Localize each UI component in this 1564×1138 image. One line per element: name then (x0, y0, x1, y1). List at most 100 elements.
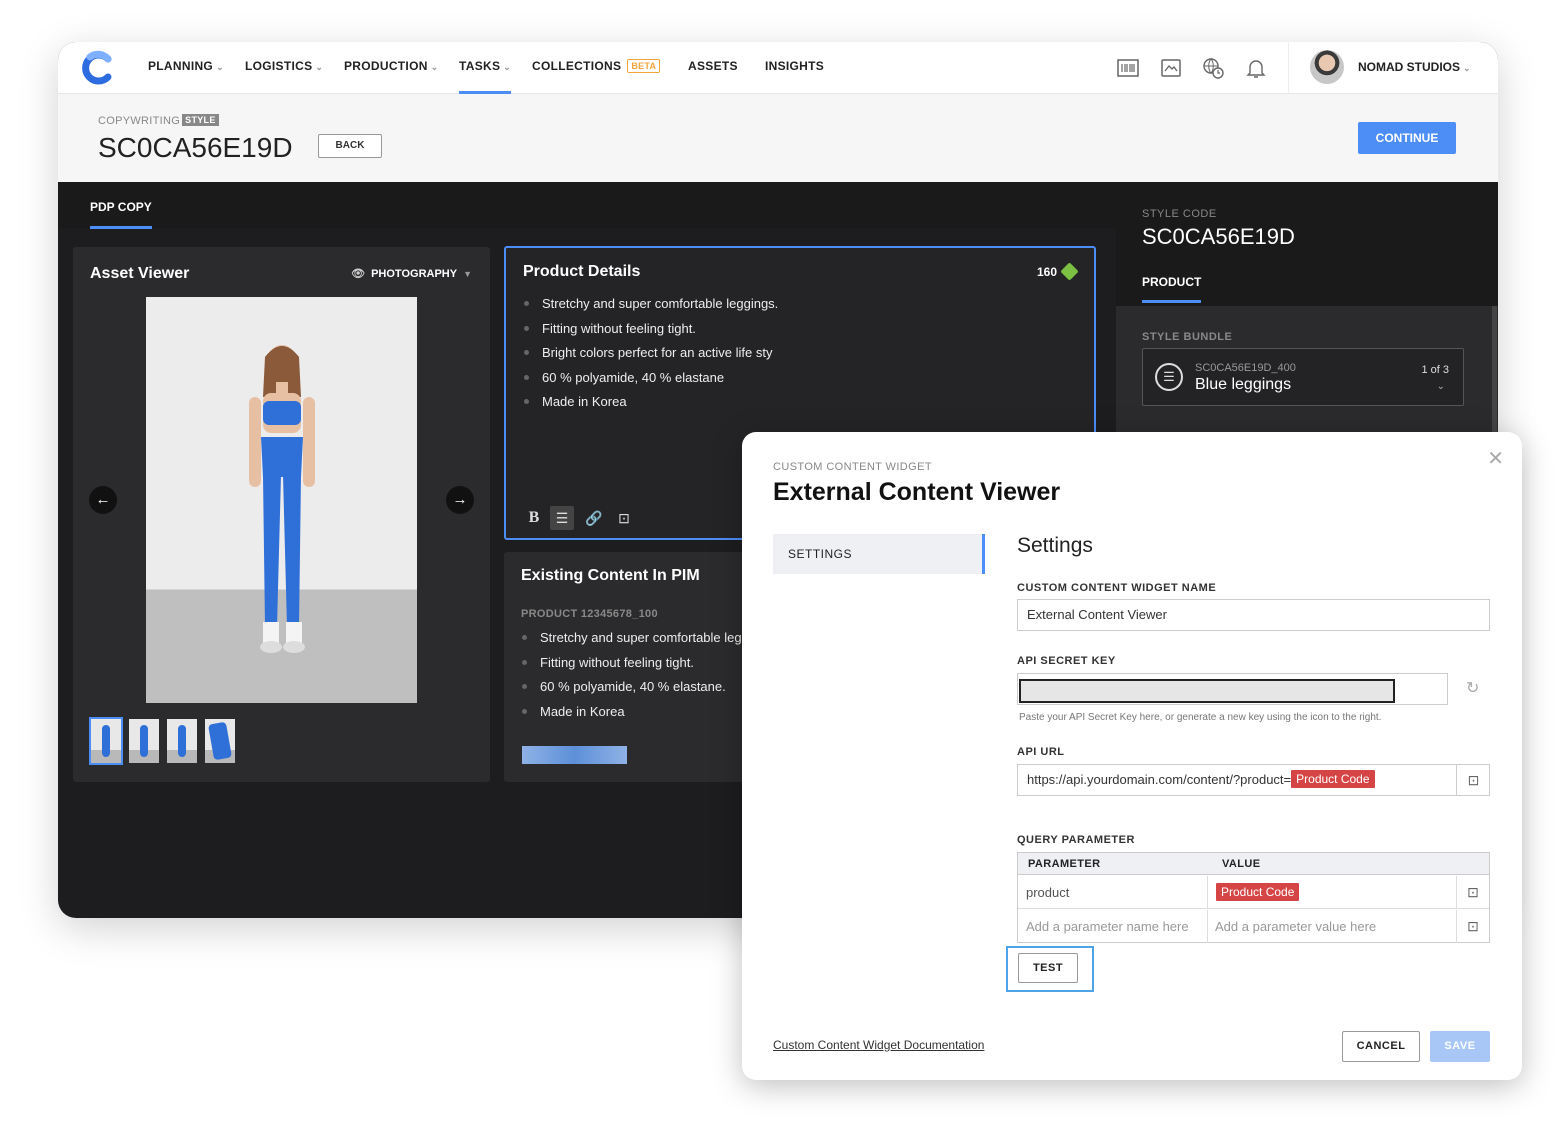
nav-tasks[interactable]: TASKS ⌄ (459, 42, 512, 94)
regenerate-key-icon[interactable]: ↻ (1466, 678, 1479, 698)
modal-overline: CUSTOM CONTENT WIDGET (773, 461, 932, 473)
tab-bar: PDP COPY (58, 182, 1116, 229)
back-button[interactable]: BACK (318, 134, 382, 158)
details-bullet-list[interactable]: Stretchy and super comfortable leggings.… (524, 292, 778, 415)
api-url-input[interactable]: https://api.yourdomain.com/content/?prod… (1017, 764, 1490, 796)
thumbnail[interactable] (129, 719, 159, 763)
widget-name-input[interactable]: External Content Viewer (1017, 599, 1490, 631)
nav-collections[interactable]: COLLECTIONS BETA (532, 42, 661, 94)
insert-field-icon[interactable]: ⊡ (612, 506, 636, 530)
save-button[interactable]: SAVE (1430, 1031, 1490, 1062)
pim-content-panel: Existing Content In PIM PRODUCT 12345678… (504, 552, 764, 782)
link-icon[interactable]: 🔗 (582, 506, 606, 530)
product-details-title: Product Details (523, 263, 641, 280)
company-logo[interactable] (78, 49, 116, 87)
beta-badge: BETA (627, 59, 661, 73)
bold-button[interactable]: B (522, 506, 546, 530)
bundle-code: SC0CA56E19D_400 (1195, 362, 1296, 374)
list-item: Stretchy and super comfortable leg (522, 626, 762, 651)
avatar[interactable] (1310, 50, 1344, 84)
style-code-label: STYLE CODE (1142, 208, 1217, 220)
nav-logistics[interactable]: LOGISTICS ⌄ (245, 42, 323, 94)
barcode-icon[interactable] (1116, 56, 1140, 80)
column-value: VALUE (1222, 858, 1261, 870)
image-frame-icon[interactable] (1159, 56, 1183, 80)
query-parameter-table: PARAMETER VALUE product Product Code ⊡ A… (1017, 852, 1490, 943)
modal-title: External Content Viewer (773, 478, 1061, 506)
nav-assets[interactable]: ASSETS (688, 42, 738, 94)
parameter-name-input[interactable]: product (1026, 876, 1069, 909)
custom-widget-modal: ✕ CUSTOM CONTENT WIDGET External Content… (742, 432, 1522, 1080)
tab-pdp-copy[interactable]: PDP COPY (90, 200, 152, 229)
settings-heading: Settings (1017, 534, 1093, 557)
parameter-name-placeholder[interactable]: Add a parameter name here (1026, 910, 1189, 943)
chevron-down-icon: ⌄ (1463, 63, 1471, 73)
api-secret-help: Paste your API Secret Key here, or gener… (1019, 712, 1382, 723)
globe-clock-icon[interactable] (1201, 56, 1225, 80)
nav-production[interactable]: PRODUCTION ⌄ (344, 42, 439, 94)
pim-bullet-list: Stretchy and super comfortable leg Fitti… (522, 626, 762, 724)
continue-button[interactable]: CONTINUE (1358, 122, 1456, 154)
test-button[interactable]: TEST (1018, 953, 1078, 983)
chevron-down-icon: ⌄ (216, 62, 224, 72)
insert-field-icon[interactable]: ⊡ (1456, 876, 1490, 909)
insert-field-icon[interactable]: ⊡ (1456, 765, 1490, 795)
chevron-down-icon: ⌄ (315, 62, 324, 72)
column-parameter: PARAMETER (1028, 858, 1101, 870)
table-header: PARAMETER VALUE (1018, 853, 1489, 875)
api-secret-label: API SECRET KEY (1017, 655, 1116, 667)
check-badge-icon (1060, 262, 1079, 281)
bundle-count: 1 of 3 (1421, 364, 1449, 376)
api-url-label: API URL (1017, 746, 1065, 758)
parameter-value-input[interactable]: Product Code (1216, 876, 1300, 909)
page-title: SC0CA56E19D (98, 132, 293, 163)
test-highlight: TEST (1006, 946, 1094, 992)
thumbnail[interactable] (205, 719, 235, 763)
eye-icon: 👁 (351, 268, 366, 280)
list-item: 60 % polyamide, 40 % elastane. (522, 675, 762, 700)
list-icon: ☰ (1155, 363, 1183, 391)
caret-down-icon: ▼ (463, 269, 472, 279)
chevron-down-icon: ⌄ (1436, 381, 1445, 392)
thumbnail[interactable] (167, 719, 197, 763)
thumbnail[interactable] (89, 717, 123, 765)
api-secret-input[interactable] (1019, 679, 1395, 703)
asset-viewer-panel: Asset Viewer 👁 PHOTOGRAPHY ▼ ← → (73, 247, 490, 782)
cancel-button[interactable]: CANCEL (1342, 1031, 1420, 1062)
account-menu[interactable]: NOMAD STUDIOS ⌄ (1358, 42, 1471, 93)
character-count: 160 (1037, 262, 1079, 281)
close-icon[interactable]: ✕ (1487, 446, 1504, 471)
widget-name-label: CUSTOM CONTENT WIDGET NAME (1017, 582, 1217, 594)
list-item: Fitting without feeling tight. (522, 651, 762, 676)
style-bundle-select[interactable]: ☰ SC0CA56E19D_400 Blue leggings 1 of 3 ⌄ (1142, 348, 1464, 406)
copy-from-pim-button[interactable] (522, 746, 627, 764)
breadcrumb: COPYWRITING STYLE (98, 114, 219, 127)
bell-icon[interactable] (1244, 56, 1268, 80)
product-code-token[interactable]: Product Code (1291, 770, 1375, 788)
chevron-down-icon: ⌄ (430, 62, 439, 72)
documentation-link[interactable]: Custom Content Widget Documentation (773, 1038, 984, 1052)
modal-nav-settings[interactable]: SETTINGS (773, 534, 985, 574)
product-code-token[interactable]: Product Code (1216, 883, 1300, 901)
page-header: COPYWRITING STYLE SC0CA56E19D BACK CONTIN… (58, 94, 1498, 182)
parameter-value-placeholder[interactable]: Add a parameter value here (1215, 910, 1376, 943)
model-figure (248, 345, 315, 653)
previous-image-button[interactable]: ← (89, 486, 117, 514)
pim-product-code: PRODUCT 12345678_100 (521, 608, 658, 620)
list-item: Bright colors perfect for an active life… (524, 341, 778, 366)
nav-divider (1288, 42, 1289, 94)
query-parameter-label: QUERY PARAMETER (1017, 834, 1135, 846)
tab-product[interactable]: PRODUCT (1142, 275, 1202, 303)
photography-filter[interactable]: 👁 PHOTOGRAPHY ▼ (351, 267, 472, 280)
nav-insights[interactable]: INSIGHTS (765, 42, 824, 94)
next-image-button[interactable]: → (446, 486, 474, 514)
style-code: SC0CA56E19D (1142, 224, 1295, 249)
nav-planning[interactable]: PLANNING ⌄ (148, 42, 224, 94)
table-row: Add a parameter name here Add a paramete… (1018, 910, 1489, 943)
list-item: Made in Korea (522, 700, 762, 725)
product-photo (146, 297, 417, 703)
insert-field-icon[interactable]: ⊡ (1456, 910, 1490, 943)
bullet-list-icon[interactable]: ☰ (550, 506, 574, 530)
chevron-down-icon: ⌄ (503, 62, 512, 72)
top-navigation: PLANNING ⌄ LOGISTICS ⌄ PRODUCTION ⌄ TASKS ⌄ … (58, 42, 1498, 94)
